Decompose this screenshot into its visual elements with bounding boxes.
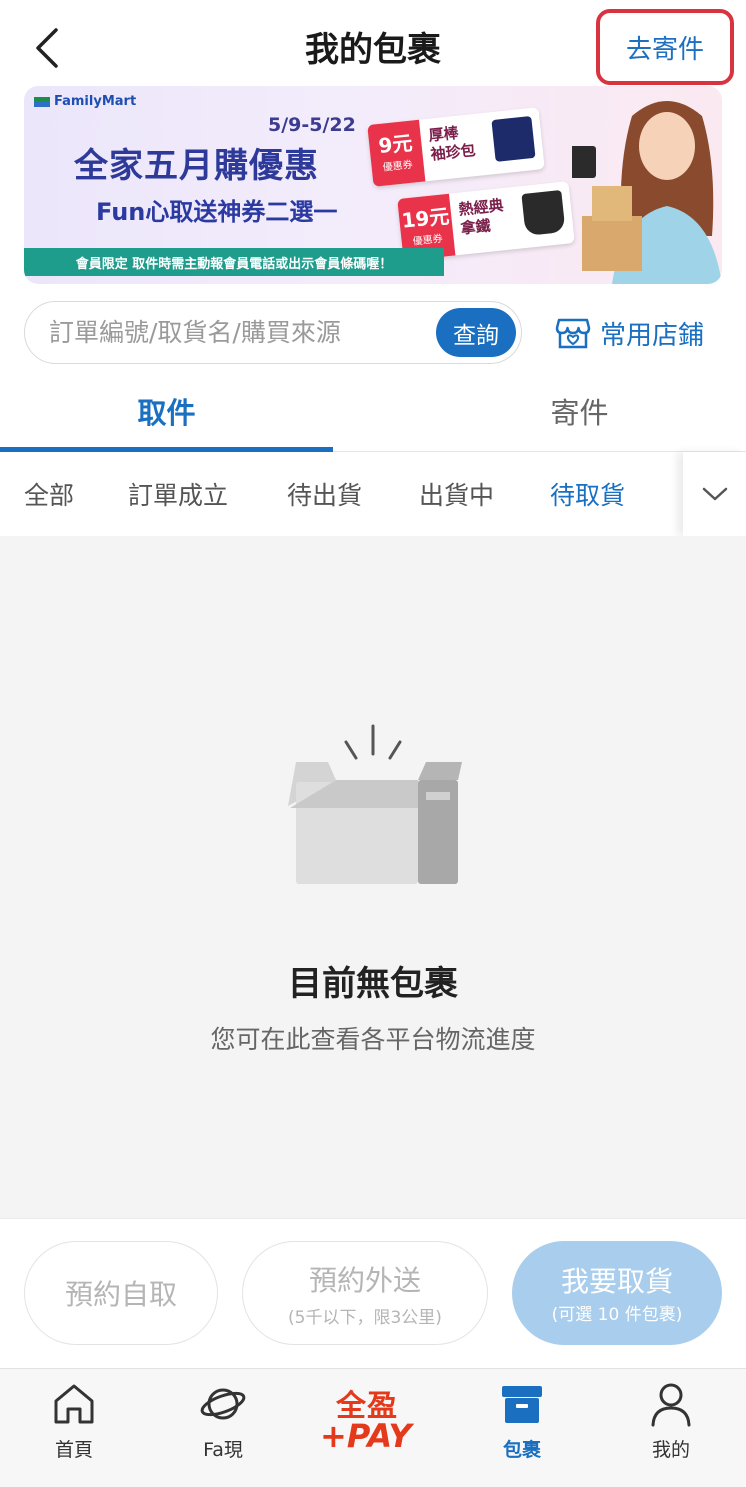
empty-subtitle: 您可在此查看各平台物流進度: [210, 1025, 536, 1054]
coupon-amount: 19元: [400, 203, 451, 233]
tab-pickup[interactable]: 取件: [0, 372, 333, 450]
favorite-store-label: 常用店鋪: [600, 320, 705, 351]
nav-home-label: 首頁: [54, 1439, 93, 1461]
pickup-label: 我要取貨: [560, 1265, 673, 1298]
send-parcel-button[interactable]: 去寄件: [596, 9, 734, 85]
search-input[interactable]: [49, 302, 429, 362]
tab-send[interactable]: 寄件: [413, 372, 746, 450]
nav-home[interactable]: 首頁: [19, 1381, 129, 1481]
filter-order-created[interactable]: 訂單成立: [128, 452, 228, 536]
reserve-self-pickup-label: 預約自取: [64, 1278, 177, 1311]
planet-icon: [200, 1388, 246, 1420]
query-button[interactable]: 查詢: [436, 308, 516, 357]
empty-state: 目前無包裹 您可在此查看各平台物流進度: [0, 536, 746, 1218]
empty-title: 目前無包裹: [288, 964, 458, 1004]
chevron-down-icon: [702, 487, 727, 501]
nav-pay[interactable]: 全盈 +PAY: [318, 1381, 428, 1471]
action-bar: 預約自取 預約外送 (5千以下，限3公里) 我要取貨 (可選 10 件包裹): [0, 1218, 746, 1368]
reserve-delivery-note: (5千以下，限3公里): [288, 1307, 442, 1328]
empty-box-icon: [288, 724, 462, 884]
filter-awaiting-shipment[interactable]: 待出貨: [287, 452, 362, 536]
pickup-button[interactable]: 我要取貨 (可選 10 件包裹): [512, 1241, 722, 1345]
nav-parcel-label: 包裹: [502, 1439, 541, 1461]
filter-all[interactable]: 全部: [24, 452, 74, 536]
coupon-card: 9元 優惠券 厚棒 袖珍包: [367, 107, 545, 187]
tab-bar: 取件 寄件: [0, 372, 746, 452]
banner-notice-bar: 會員限定 取件時需主動報會員電話或出示會員條碼喔！: [24, 248, 444, 276]
nav-fa[interactable]: Fa現: [168, 1381, 278, 1481]
pickup-note: (可選 10 件包裹): [551, 1305, 683, 1325]
banner-date: 5/9-5/22: [268, 114, 356, 136]
woman-illustration: [572, 101, 722, 284]
coupon-name: 厚棒 袖珍包: [427, 123, 477, 164]
nav-fa-label: Fa現: [203, 1439, 243, 1461]
nav-mine-label: 我的: [651, 1439, 690, 1461]
reserve-self-pickup-button[interactable]: 預約自取: [24, 1241, 218, 1345]
search-box: 查詢: [24, 301, 522, 364]
nav-mine[interactable]: 我的: [616, 1381, 726, 1481]
pay-logo-bottom: +PAY: [320, 1417, 412, 1455]
filter-awaiting-pickup[interactable]: 待取貨: [550, 452, 625, 536]
banner-subtitle: Fun心取送神券二選一: [96, 198, 338, 226]
familymart-logo-icon: [34, 96, 50, 107]
store-icon: [555, 318, 591, 349]
reserve-delivery-button[interactable]: 預約外送 (5千以下，限3公里): [242, 1241, 488, 1345]
parcel-box-icon: [502, 1386, 542, 1423]
reserve-delivery-label: 預約外送: [308, 1263, 421, 1297]
status-filter-bar: 全部 訂單成立 待出貨 出貨中 待取貨: [0, 452, 746, 536]
bread-product-icon: [491, 115, 536, 162]
promo-banner[interactable]: FamilyMart 5/9-5/22 全家五月購優惠 Fun心取送神券二選一 …: [24, 86, 722, 284]
banner-title: 全家五月購優惠: [74, 146, 319, 186]
familymart-logo: FamilyMart: [34, 94, 136, 109]
nav-parcel[interactable]: 包裹: [467, 1381, 577, 1481]
user-icon: [651, 1383, 691, 1427]
favorite-store-button[interactable]: 常用店鋪: [554, 310, 704, 356]
filter-shipping[interactable]: 出貨中: [419, 452, 494, 536]
home-icon: [54, 1384, 94, 1424]
filter-expand-button[interactable]: [683, 452, 746, 536]
header: 我的包裹 去寄件: [0, 0, 746, 90]
coffee-cup-icon: [521, 189, 566, 236]
coupon-name: 熱經典 拿鐵: [457, 196, 505, 238]
bottom-nav: 首頁 Fa現 全盈 +PAY 包裹 我的: [0, 1368, 746, 1487]
